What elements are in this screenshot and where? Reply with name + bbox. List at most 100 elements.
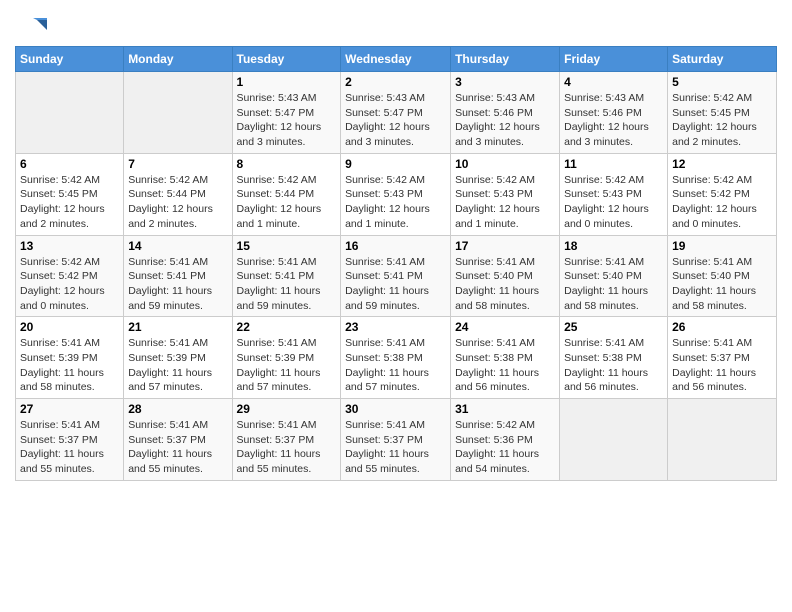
day-number: 6 [20,157,119,171]
calendar-cell: 2 Sunrise: 5:43 AM Sunset: 5:47 PM Daylig… [341,72,451,154]
cell-content: Sunrise: 5:43 AM Sunset: 5:46 PM Dayligh… [455,91,555,150]
cell-content: Sunrise: 5:42 AM Sunset: 5:42 PM Dayligh… [672,173,772,232]
calendar-cell: 17 Sunrise: 5:41 AM Sunset: 5:40 PM Dayli… [451,235,560,317]
col-header-friday: Friday [560,47,668,72]
cell-content: Sunrise: 5:42 AM Sunset: 5:44 PM Dayligh… [237,173,337,232]
day-number: 27 [20,402,119,416]
calendar-cell: 30Sunrise: 5:41 AM Sunset: 5:37 PM Dayli… [341,399,451,481]
cell-content: Sunrise: 5:41 AM Sunset: 5:40 PM Dayligh… [455,255,555,314]
calendar-cell: 10 Sunrise: 5:42 AM Sunset: 5:43 PM Dayli… [451,153,560,235]
calendar-cell: 22 Sunrise: 5:41 AM Sunset: 5:39 PM Dayli… [232,317,341,399]
day-number: 5 [672,75,772,89]
cell-content: Sunrise: 5:42 AM Sunset: 5:44 PM Dayligh… [128,173,227,232]
day-number: 26 [672,320,772,334]
calendar-cell: 3 Sunrise: 5:43 AM Sunset: 5:46 PM Daylig… [451,72,560,154]
day-number: 4 [564,75,663,89]
day-number: 23 [345,320,446,334]
calendar-cell: 23 Sunrise: 5:41 AM Sunset: 5:38 PM Dayli… [341,317,451,399]
day-number: 28 [128,402,227,416]
day-number: 3 [455,75,555,89]
day-number: 15 [237,239,337,253]
day-number: 31 [455,402,555,416]
cell-content: Sunrise: 5:42 AM Sunset: 5:36 PM Dayligh… [455,418,555,477]
calendar-cell: 21 Sunrise: 5:41 AM Sunset: 5:39 PM Dayli… [124,317,232,399]
day-number: 12 [672,157,772,171]
cell-content: Sunrise: 5:41 AM Sunset: 5:38 PM Dayligh… [345,336,446,395]
calendar-cell: 12 Sunrise: 5:42 AM Sunset: 5:42 PM Dayli… [668,153,777,235]
col-header-thursday: Thursday [451,47,560,72]
calendar-cell: 16 Sunrise: 5:41 AM Sunset: 5:41 PM Dayli… [341,235,451,317]
calendar-cell: 8 Sunrise: 5:42 AM Sunset: 5:44 PM Daylig… [232,153,341,235]
day-number: 11 [564,157,663,171]
calendar-cell: 28 Sunrise: 5:41 AM Sunset: 5:37 PM Dayli… [124,399,232,481]
col-header-monday: Monday [124,47,232,72]
logo-icon [15,14,47,38]
cell-content: Sunrise: 5:42 AM Sunset: 5:43 PM Dayligh… [345,173,446,232]
header [15,10,777,38]
logo [15,14,49,38]
cell-content: Sunrise: 5:43 AM Sunset: 5:47 PM Dayligh… [345,91,446,150]
day-number: 9 [345,157,446,171]
day-number: 19 [672,239,772,253]
calendar-cell: 25 Sunrise: 5:41 AM Sunset: 5:38 PM Dayli… [560,317,668,399]
day-number: 29 [237,402,337,416]
calendar-cell: 15Sunrise: 5:41 AM Sunset: 5:41 PM Dayli… [232,235,341,317]
day-number: 13 [20,239,119,253]
calendar-cell: 27Sunrise: 5:41 AM Sunset: 5:37 PM Dayli… [16,399,124,481]
cell-content: Sunrise: 5:41 AM Sunset: 5:37 PM Dayligh… [672,336,772,395]
calendar-cell: 7 Sunrise: 5:42 AM Sunset: 5:44 PM Daylig… [124,153,232,235]
cell-content: Sunrise: 5:41 AM Sunset: 5:39 PM Dayligh… [20,336,119,395]
cell-content: Sunrise: 5:42 AM Sunset: 5:43 PM Dayligh… [455,173,555,232]
calendar-cell: 24 Sunrise: 5:41 AM Sunset: 5:38 PM Dayli… [451,317,560,399]
day-number: 21 [128,320,227,334]
cell-content: Sunrise: 5:41 AM Sunset: 5:39 PM Dayligh… [128,336,227,395]
cell-content: Sunrise: 5:42 AM Sunset: 5:42 PM Dayligh… [20,255,119,314]
calendar-cell: 6 Sunrise: 5:42 AM Sunset: 5:45 PM Daylig… [16,153,124,235]
day-number: 25 [564,320,663,334]
calendar-cell [124,72,232,154]
cell-content: Sunrise: 5:41 AM Sunset: 5:39 PM Dayligh… [237,336,337,395]
calendar-cell: 11 Sunrise: 5:42 AM Sunset: 5:43 PM Dayli… [560,153,668,235]
cell-content: Sunrise: 5:42 AM Sunset: 5:45 PM Dayligh… [20,173,119,232]
day-number: 8 [237,157,337,171]
cell-content: Sunrise: 5:41 AM Sunset: 5:41 PM Dayligh… [128,255,227,314]
col-header-sunday: Sunday [16,47,124,72]
col-header-tuesday: Tuesday [232,47,341,72]
day-number: 22 [237,320,337,334]
calendar-cell: 20 Sunrise: 5:41 AM Sunset: 5:39 PM Dayli… [16,317,124,399]
day-number: 10 [455,157,555,171]
cell-content: Sunrise: 5:43 AM Sunset: 5:47 PM Dayligh… [237,91,337,150]
cell-content: Sunrise: 5:41 AM Sunset: 5:38 PM Dayligh… [564,336,663,395]
cell-content: Sunrise: 5:41 AM Sunset: 5:37 PM Dayligh… [345,418,446,477]
cell-content: Sunrise: 5:41 AM Sunset: 5:40 PM Dayligh… [564,255,663,314]
day-number: 17 [455,239,555,253]
day-number: 18 [564,239,663,253]
cell-content: Sunrise: 5:41 AM Sunset: 5:40 PM Dayligh… [672,255,772,314]
cell-content: Sunrise: 5:41 AM Sunset: 5:38 PM Dayligh… [455,336,555,395]
cell-content: Sunrise: 5:41 AM Sunset: 5:37 PM Dayligh… [237,418,337,477]
calendar-cell: 19 Sunrise: 5:41 AM Sunset: 5:40 PM Dayli… [668,235,777,317]
calendar-cell [16,72,124,154]
cell-content: Sunrise: 5:42 AM Sunset: 5:43 PM Dayligh… [564,173,663,232]
calendar-cell: 14 Sunrise: 5:41 AM Sunset: 5:41 PM Dayli… [124,235,232,317]
calendar-cell: 4Sunrise: 5:43 AM Sunset: 5:46 PM Daylig… [560,72,668,154]
day-number: 16 [345,239,446,253]
cell-content: Sunrise: 5:41 AM Sunset: 5:41 PM Dayligh… [345,255,446,314]
day-number: 20 [20,320,119,334]
cell-content: Sunrise: 5:42 AM Sunset: 5:45 PM Dayligh… [672,91,772,150]
day-number: 7 [128,157,227,171]
calendar-cell: 9 Sunrise: 5:42 AM Sunset: 5:43 PM Daylig… [341,153,451,235]
calendar-cell: 13 Sunrise: 5:42 AM Sunset: 5:42 PM Dayli… [16,235,124,317]
calendar-cell: 29 Sunrise: 5:41 AM Sunset: 5:37 PM Dayli… [232,399,341,481]
calendar-cell: 5 Sunrise: 5:42 AM Sunset: 5:45 PM Daylig… [668,72,777,154]
day-number: 1 [237,75,337,89]
col-header-wednesday: Wednesday [341,47,451,72]
day-number: 24 [455,320,555,334]
calendar-cell: 26 Sunrise: 5:41 AM Sunset: 5:37 PM Dayli… [668,317,777,399]
cell-content: Sunrise: 5:41 AM Sunset: 5:37 PM Dayligh… [128,418,227,477]
calendar-cell: 1 Sunrise: 5:43 AM Sunset: 5:47 PM Daylig… [232,72,341,154]
calendar-cell: 18 Sunrise: 5:41 AM Sunset: 5:40 PM Dayli… [560,235,668,317]
day-number: 2 [345,75,446,89]
calendar-table: SundayMondayTuesdayWednesdayThursdayFrid… [15,46,777,481]
day-number: 14 [128,239,227,253]
